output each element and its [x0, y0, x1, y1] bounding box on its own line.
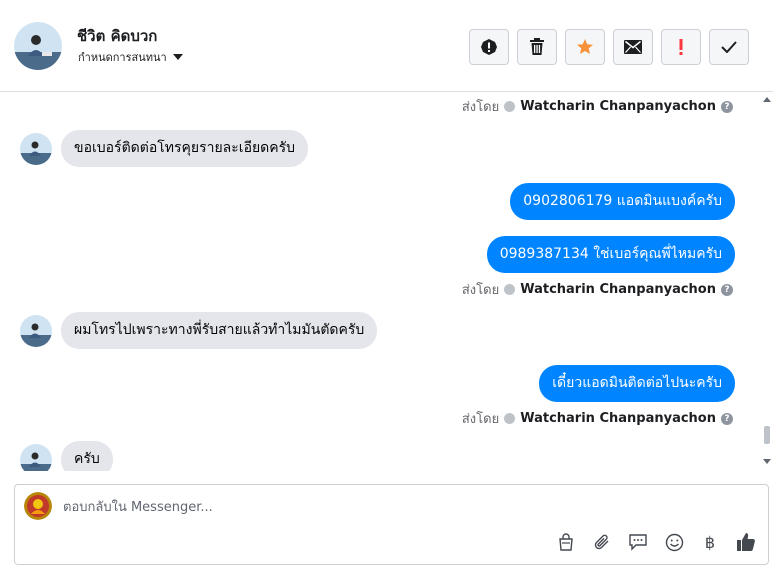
- alert-circle-icon: [481, 39, 497, 55]
- contact-name: ชีวิต คิดบวก: [77, 27, 158, 45]
- sent-by-row: ส่งโดย Watcharin Chanpanyachon ?: [462, 96, 733, 117]
- spam-button[interactable]: [469, 29, 509, 65]
- envelope-icon: [624, 40, 642, 54]
- contact-avatar-small[interactable]: [20, 132, 52, 165]
- sent-by-label: ส่งโดย: [461, 283, 500, 298]
- paperclip-icon[interactable]: [591, 531, 613, 553]
- thumbs-up-icon[interactable]: [735, 531, 757, 553]
- help-icon[interactable]: ?: [721, 100, 733, 113]
- scroll-down-arrow-icon[interactable]: [763, 459, 771, 464]
- star-button[interactable]: [565, 29, 605, 65]
- follow-up-button[interactable]: [661, 29, 701, 65]
- sender-name[interactable]: Watcharin Chanpanyachon: [520, 411, 716, 426]
- message-bubble[interactable]: ผมโทรไปเพราะทางพี่รับสายแล้วทำไมมันตัดคร…: [61, 312, 378, 349]
- sender-name[interactable]: Watcharin Chanpanyachon: [520, 282, 716, 297]
- sent-by-label: ส่งโดย: [461, 412, 500, 427]
- contact-avatar-small[interactable]: [20, 314, 52, 347]
- mark-done-button[interactable]: [709, 29, 749, 65]
- help-icon[interactable]: ?: [721, 283, 733, 296]
- outgoing-message-bubble[interactable]: เดี๋ยวแอดมินติดต่อไปนะครับ: [539, 365, 735, 402]
- assign-conversation-dropdown[interactable]: กำหนดการสนทนา: [78, 48, 183, 66]
- scroll-up-arrow-icon[interactable]: [763, 97, 771, 102]
- shopping-bag-icon[interactable]: [555, 531, 577, 553]
- help-icon[interactable]: ?: [721, 412, 733, 425]
- saved-reply-icon[interactable]: [627, 531, 649, 553]
- baht-icon[interactable]: ฿: [699, 531, 721, 553]
- page-avatar: [24, 492, 52, 520]
- assign-label: กำหนดการสนทนา: [78, 51, 167, 64]
- trash-icon: [530, 38, 544, 55]
- message-thread[interactable]: ส่งโดย Watcharin Chanpanyachon ? ขอเบอร์…: [0, 93, 773, 471]
- outgoing-message-bubble[interactable]: 0902806179 แอดมินแบงค์ครับ: [510, 183, 735, 220]
- sent-by-row: ส่งโดย Watcharin Chanpanyachon ?: [462, 408, 733, 429]
- message-bubble[interactable]: ขอเบอร์ติดต่อโทรคุยรายละเอียดครับ: [61, 130, 309, 167]
- caret-down-icon: [172, 54, 183, 60]
- star-icon: [577, 39, 593, 54]
- scrollbar-thumb[interactable]: [764, 426, 770, 444]
- message-bubble[interactable]: ครับ: [61, 441, 113, 471]
- sent-by-label: ส่งโดย: [461, 100, 500, 115]
- delete-button[interactable]: [517, 29, 557, 65]
- conversation-actions: [469, 29, 749, 65]
- sent-by-row: ส่งโดย Watcharin Chanpanyachon ?: [462, 279, 733, 300]
- exclamation-icon: [679, 39, 683, 55]
- mark-unread-button[interactable]: [613, 29, 653, 65]
- incoming-message: ครับ: [20, 441, 113, 471]
- incoming-message: ขอเบอร์ติดต่อโทรคุยรายละเอียดครับ: [20, 130, 309, 167]
- sent-check-icon: [504, 284, 516, 295]
- emoji-icon[interactable]: [663, 531, 685, 553]
- reply-composer: ฿: [14, 484, 769, 565]
- contact-avatar-small[interactable]: [20, 443, 52, 471]
- sent-check-icon: [504, 413, 516, 424]
- conversation-header: ชีวิต คิดบวก กำหนดการสนทนา: [0, 0, 773, 92]
- outgoing-message-bubble[interactable]: 0989387134 ใช่เบอร์คุณพี่ไหมครับ: [486, 236, 735, 273]
- sent-check-icon: [504, 101, 516, 112]
- checkmark-icon: [721, 41, 737, 53]
- sender-name[interactable]: Watcharin Chanpanyachon: [520, 99, 716, 114]
- contact-avatar[interactable]: [14, 22, 62, 70]
- thread-scrollbar[interactable]: [761, 93, 773, 471]
- composer-toolbar: ฿: [555, 531, 757, 553]
- incoming-message: ผมโทรไปเพราะทางพี่รับสายแล้วทำไมมันตัดคร…: [20, 312, 378, 349]
- reply-input[interactable]: [63, 496, 713, 518]
